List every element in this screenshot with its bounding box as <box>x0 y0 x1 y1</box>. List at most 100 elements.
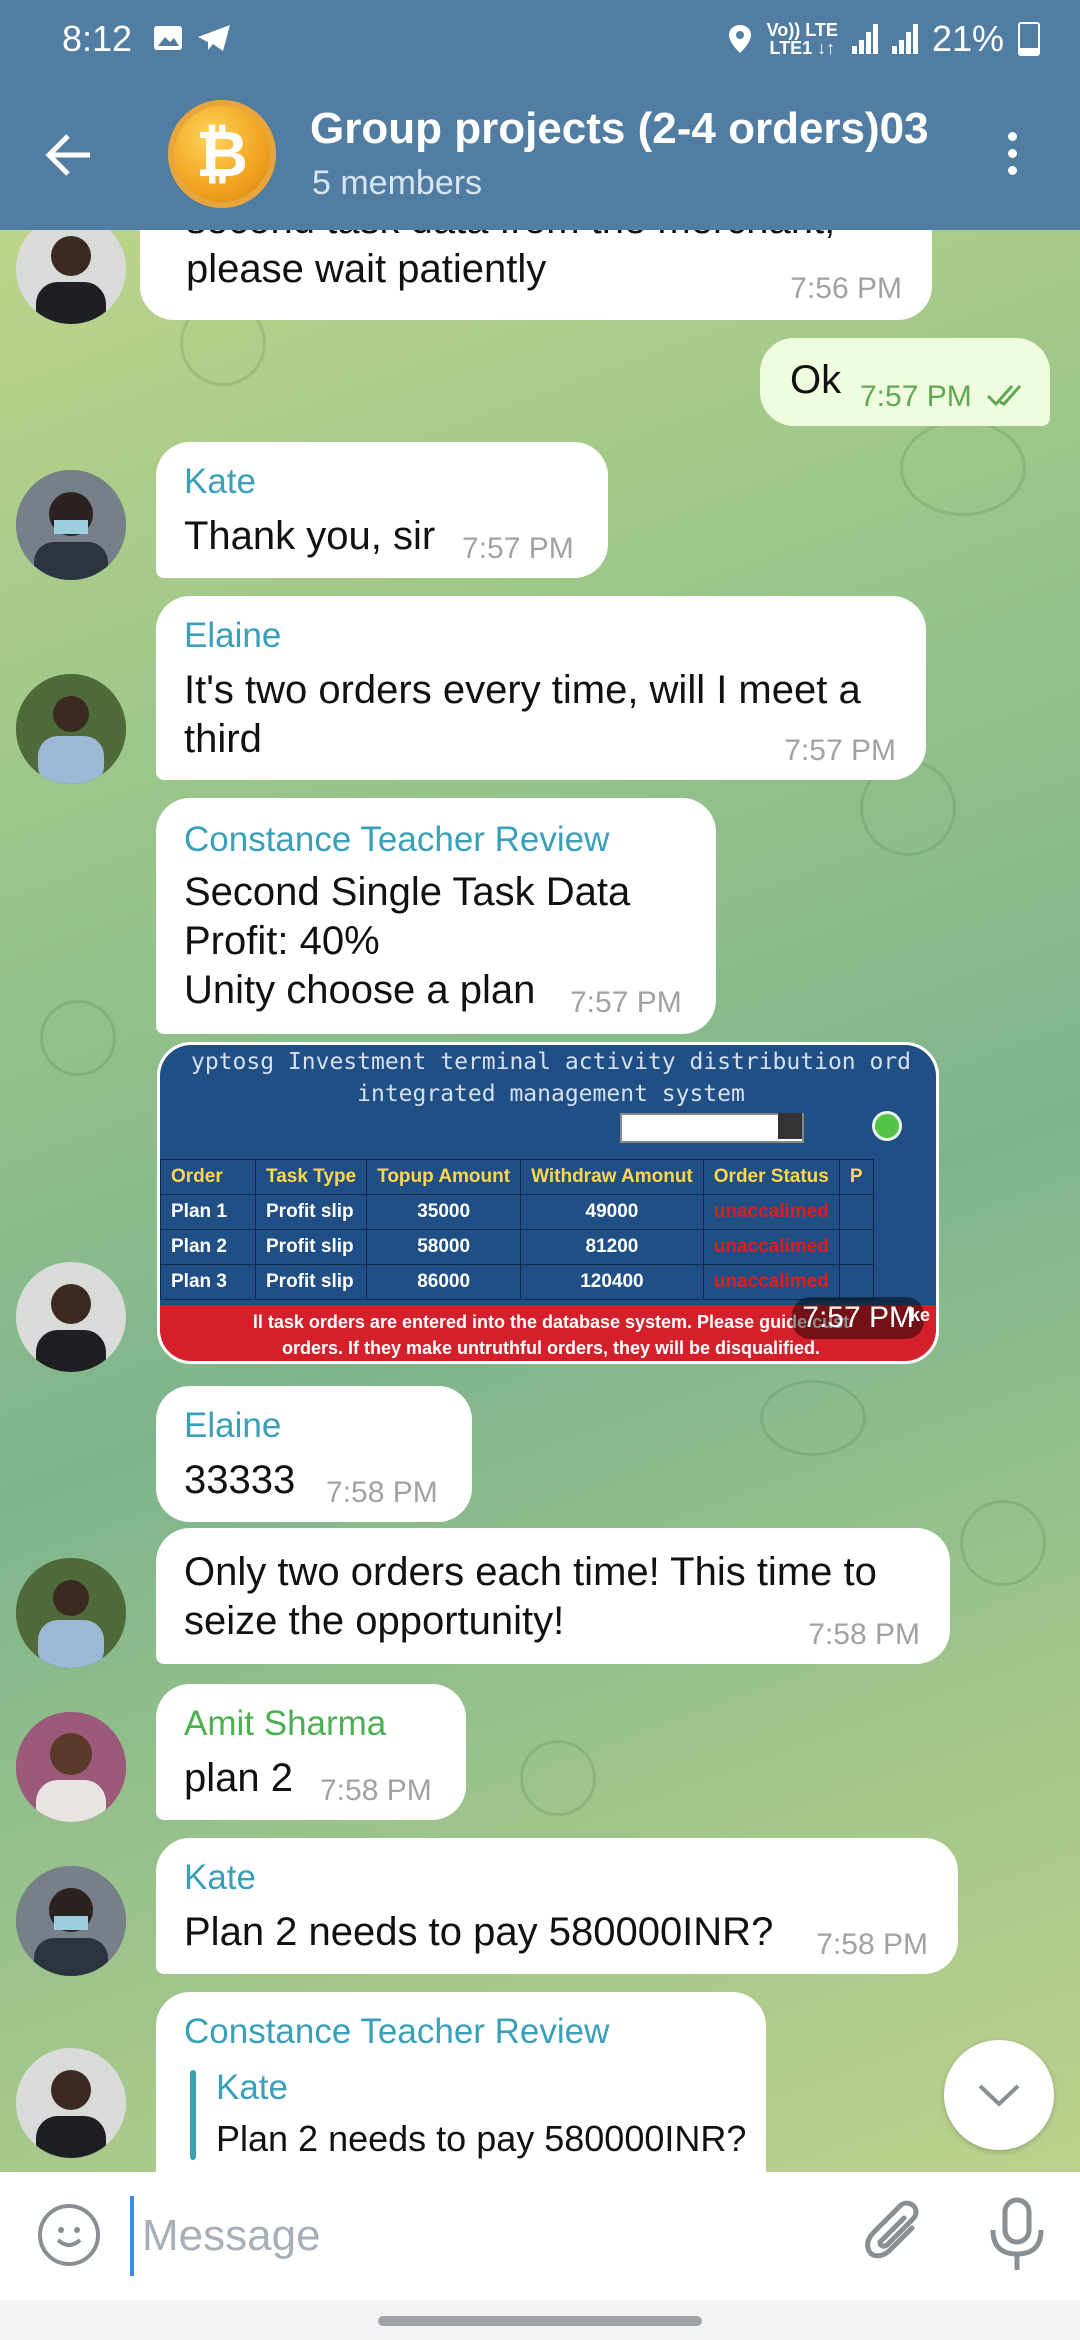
more-vertical-icon[interactable] <box>1006 132 1018 182</box>
signal-icon <box>851 24 878 54</box>
message-text: Only two orders each time! This time to … <box>184 1550 877 1643</box>
table-cell: 81200 <box>520 1229 704 1265</box>
home-indicator[interactable] <box>378 2316 702 2326</box>
message-text: Second Single Task Data Profit: 40% Unit… <box>184 870 631 1012</box>
photo-message[interactable]: yptosg Investment terminal activity dist… <box>157 1042 939 1364</box>
table-cell: 120400 <box>520 1264 704 1300</box>
message-bubble[interactable]: Constance Teacher Review Second Single T… <box>156 798 716 1034</box>
chevron-down-icon <box>978 2084 1020 2107</box>
photo-table: Order Task Type Topup Amount Withdraw Am… <box>160 1159 874 1300</box>
avatar[interactable] <box>16 1866 126 1976</box>
outgoing-message-bubble[interactable]: Ok 7:57 PM <box>760 338 1050 426</box>
signal-icon <box>891 24 918 54</box>
sender-name[interactable]: Constance Teacher Review <box>184 2012 609 2052</box>
avatar[interactable] <box>16 214 126 324</box>
avatar[interactable] <box>16 470 126 580</box>
refresh-icon <box>872 1111 902 1141</box>
sender-name[interactable]: Constance Teacher Review <box>184 820 609 860</box>
network-label: LTE1 ↓↑ <box>769 38 836 58</box>
message-bubble[interactable]: Elaine It's two orders every time, will … <box>156 596 926 780</box>
reply-quote-bar <box>190 2070 196 2160</box>
chat-header: 8:12 Vo)) LTE LTE1 ↓↑ 21% ₿ Group projec… <box>0 0 1080 230</box>
table-cell: unaccalimed <box>702 1194 840 1230</box>
message-bubble[interactable]: Kate Plan 2 needs to pay 580000INR? 7:58… <box>156 1838 958 1974</box>
avatar[interactable] <box>16 2048 126 2158</box>
reply-text[interactable]: Plan 2 needs to pay 580000INR? <box>216 2114 746 2163</box>
message-text: It's two orders every time, will I meet … <box>184 668 861 761</box>
table-cell: Plan 2 <box>160 1229 256 1265</box>
table-cell: 35000 <box>366 1194 522 1230</box>
group-title[interactable]: Group projects (2-4 orders)03 <box>310 104 950 154</box>
double-check-icon <box>986 385 1022 407</box>
wallpaper-doodle <box>960 1500 1046 1586</box>
sender-name[interactable]: Kate <box>184 1858 256 1898</box>
mic-icon[interactable] <box>985 2196 1049 2276</box>
avatar[interactable] <box>16 1712 126 1822</box>
message-text: plan 2 <box>184 1756 293 1800</box>
message-bubble[interactable]: Kate Thank you, sir 7:57 PM <box>156 442 608 578</box>
avatar[interactable] <box>16 674 126 784</box>
reply-sender[interactable]: Kate <box>216 2068 288 2108</box>
sender-name[interactable]: Elaine <box>184 1406 281 1446</box>
table-row: Plan 1 Profit slip 35000 49000 unaccalim… <box>160 1194 874 1230</box>
photo-subtitle: integrated management system <box>357 1081 745 1107</box>
emoji-icon[interactable] <box>38 2204 100 2266</box>
message-time: 7:58 PM <box>808 1618 920 1651</box>
avatar[interactable] <box>16 1262 126 1372</box>
message-text: Ok <box>790 358 842 402</box>
chat-screen: second task data from the merchant, plea… <box>0 0 1080 2340</box>
table-cell: unaccalimed <box>702 1264 840 1300</box>
network-label: Vo)) LTE <box>766 20 838 40</box>
table-cell <box>838 1194 874 1230</box>
table-cell: Plan 3 <box>160 1264 256 1300</box>
table-cell: Profit slip <box>254 1264 368 1300</box>
table-cell: Profit slip <box>254 1194 368 1230</box>
battery-icon <box>1018 22 1040 56</box>
sender-name[interactable]: Kate <box>184 462 256 502</box>
telegram-icon <box>198 25 230 51</box>
table-cell: unaccalimed <box>702 1229 840 1265</box>
back-arrow-icon[interactable] <box>44 130 94 180</box>
wallpaper-doodle <box>760 1380 866 1456</box>
sender-name[interactable]: Amit Sharma <box>184 1704 386 1744</box>
table-cell: 49000 <box>520 1194 704 1230</box>
table-cell <box>838 1229 874 1265</box>
photo-title: yptosg Investment terminal activity dist… <box>190 1049 912 1075</box>
message-time: 7:57 PM <box>784 734 896 767</box>
avatar[interactable] <box>16 1558 126 1668</box>
table-header: Order Status <box>702 1159 840 1195</box>
message-time: 7:56 PM <box>790 272 902 305</box>
attach-icon[interactable] <box>860 2198 930 2268</box>
network-indicator: Vo)) LTE LTE1 ↓↑ <box>767 21 838 57</box>
location-icon <box>728 25 751 53</box>
sender-name[interactable]: Elaine <box>184 616 281 656</box>
message-bubble[interactable]: Elaine 33333 7:58 PM <box>156 1386 472 1522</box>
message-input[interactable] <box>130 2196 850 2276</box>
wallpaper-doodle <box>520 1740 596 1816</box>
wallpaper-doodle <box>900 420 1026 516</box>
message-bubble[interactable]: Only two orders each time! This time to … <box>156 1528 950 1664</box>
table-row: Plan 2 Profit slip 58000 81200 unaccalim… <box>160 1229 874 1265</box>
scroll-down-button[interactable] <box>944 2040 1054 2150</box>
photo-footer-tail: ke <box>909 1305 930 1325</box>
table-cell: Plan 1 <box>160 1194 256 1230</box>
message-text: Plan 2 needs to pay 580000INR? <box>184 1910 774 1954</box>
search-icon <box>778 1113 802 1139</box>
message-bubble[interactable]: Amit Sharma plan 2 7:58 PM <box>156 1684 466 1820</box>
status-right: Vo)) LTE LTE1 ↓↑ 21% <box>727 18 1040 60</box>
message-text: Thank you, sir <box>184 514 436 558</box>
message-text: 33333 <box>184 1458 296 1502</box>
table-header: Withdraw Amonut <box>520 1159 704 1195</box>
message-time: 7:57 PM <box>792 1297 924 1339</box>
table-header: Topup Amount <box>366 1159 522 1195</box>
wallpaper-doodle <box>40 1000 116 1076</box>
table-cell: 86000 <box>366 1264 522 1300</box>
table-cell <box>838 1264 874 1300</box>
group-avatar[interactable]: ₿ <box>168 100 276 208</box>
message-time: 7:58 PM <box>816 1928 928 1961</box>
table-header: Order <box>160 1159 256 1195</box>
table-cell: 58000 <box>366 1229 522 1265</box>
member-count[interactable]: 5 members <box>312 164 482 203</box>
message-time: 7:58 PM <box>320 1774 432 1807</box>
table-header: Task Type <box>254 1159 368 1195</box>
